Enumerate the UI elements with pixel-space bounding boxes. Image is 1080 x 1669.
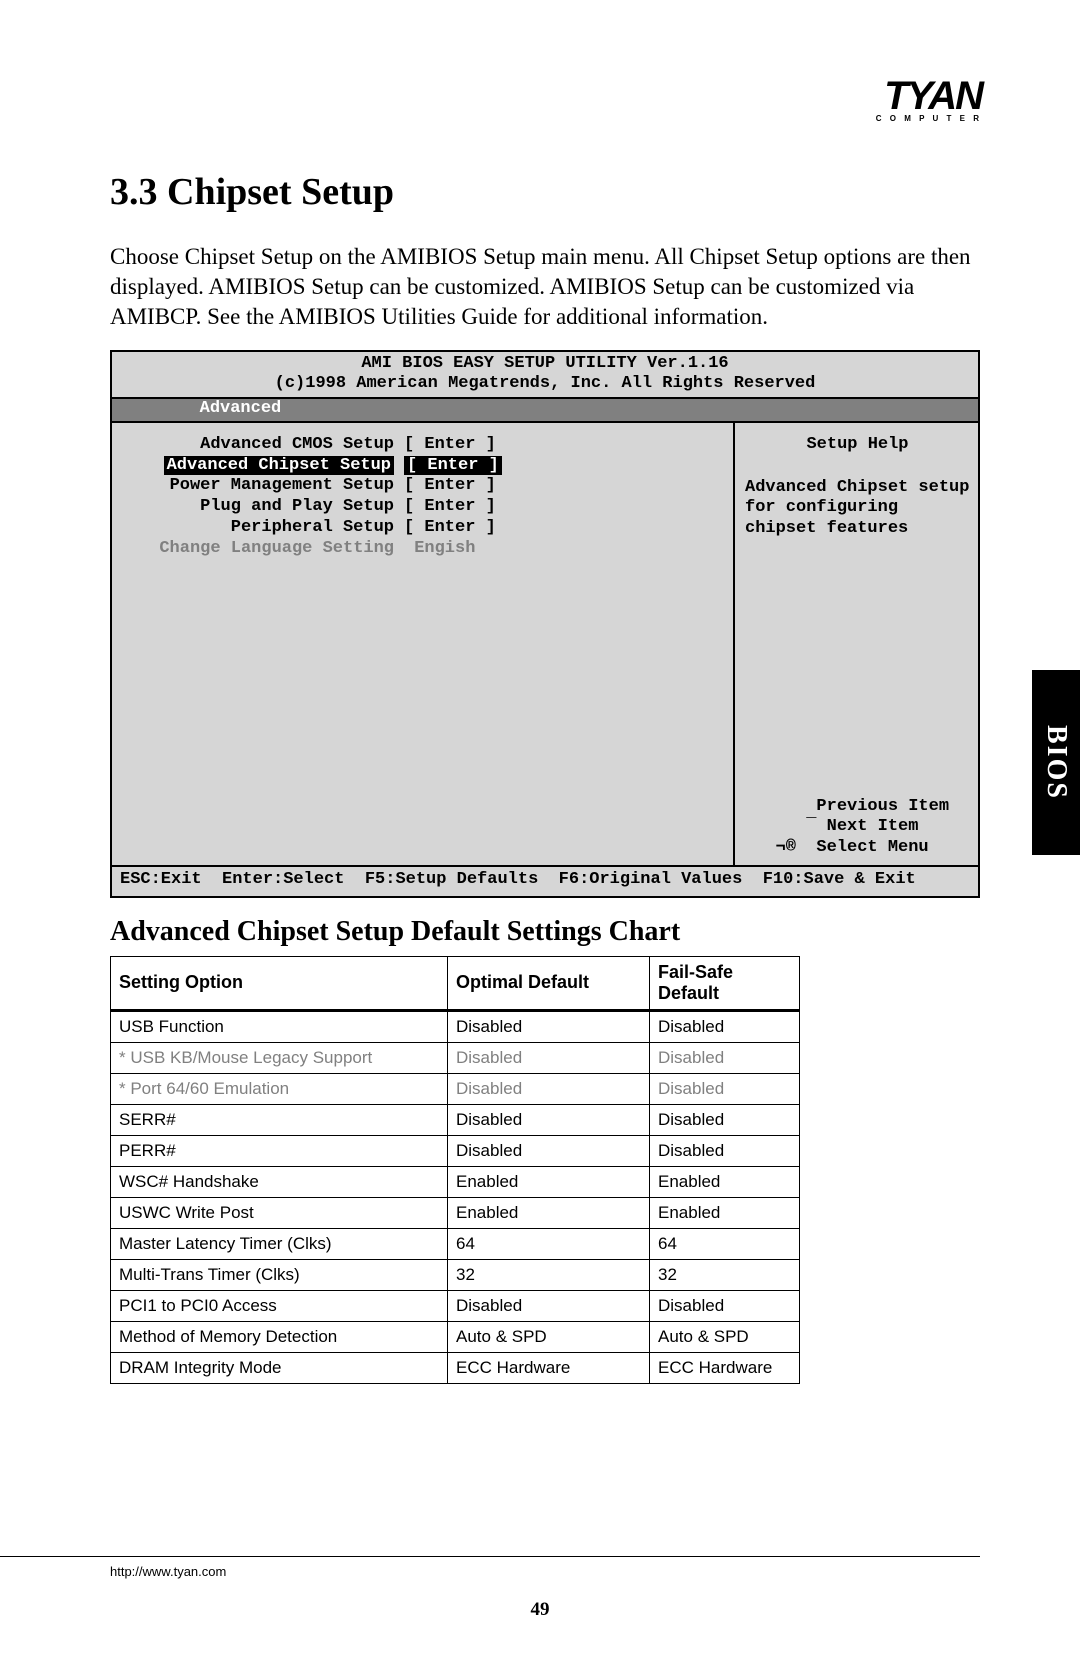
table-cell: SERR# [111,1104,448,1135]
bios-menu-item[interactable]: Power Management Setup [ Enter ] [118,476,727,497]
table-cell: 64 [650,1228,800,1259]
chart-heading: Advanced Chipset Setup Default Settings … [110,916,980,948]
table-cell: Disabled [448,1073,650,1104]
table-cell: Disabled [448,1010,650,1042]
brand-subtitle: C O M P U T E R [876,114,982,123]
table-cell: USWC Write Post [111,1197,448,1228]
intro-paragraph: Choose Chipset Setup on the AMIBIOS Setu… [110,242,980,332]
settings-table: Setting Option Optimal Default Fail-Safe… [110,956,800,1384]
table-row: PERR#DisabledDisabled [111,1135,800,1166]
table-row: Master Latency Timer (Clks)6464 [111,1228,800,1259]
bios-footer-keys: ESC:Exit Enter:Select F5:Setup Defaults … [112,865,978,896]
page-number: 49 [0,1599,1080,1621]
table-row: Multi-Trans Timer (Clks)3232 [111,1259,800,1290]
bios-menu-item[interactable]: Advanced Chipset Setup [ Enter ] [118,456,727,477]
table-cell: Disabled [650,1010,800,1042]
table-cell: Enabled [448,1197,650,1228]
bios-tab-advanced[interactable]: Advanced [112,399,978,423]
bios-help-text: Advanced Chipset setup for configuring c… [745,478,970,540]
table-cell: Disabled [448,1104,650,1135]
bios-menu-value: Engish [404,539,475,560]
bios-help-panel: Setup Help Advanced Chipset setup for co… [733,423,978,865]
col-optimal: Optimal Default [448,956,650,1010]
side-tab-bios: BIOS [1032,670,1080,855]
table-cell: DRAM Integrity Mode [111,1352,448,1383]
table-cell: Disabled [448,1290,650,1321]
table-cell: Auto & SPD [650,1321,800,1352]
brand-name: TYAN [876,78,982,114]
table-cell: Master Latency Timer (Clks) [111,1228,448,1259]
section-heading: 3.3 Chipset Setup [110,170,980,214]
table-cell: ECC Hardware [650,1352,800,1383]
table-header-row: Setting Option Optimal Default Fail-Safe… [111,956,800,1010]
bios-copyright: (c)1998 American Megatrends, Inc. All Ri… [112,374,978,399]
table-cell: USB Function [111,1010,448,1042]
bios-menu-value: [ Enter ] [404,456,502,477]
table-row: DRAM Integrity ModeECC HardwareECC Hardw… [111,1352,800,1383]
bios-menu-label: Advanced CMOS Setup [124,435,394,456]
bios-menu-value: [ Enter ] [404,476,496,497]
bios-menu-label: Plug and Play Setup [124,497,394,518]
table-cell: Disabled [650,1073,800,1104]
table-cell: Enabled [448,1166,650,1197]
table-cell: * USB KB/Mouse Legacy Support [111,1042,448,1073]
col-setting: Setting Option [111,956,448,1010]
bios-title: AMI BIOS EASY SETUP UTILITY Ver.1.16 [112,352,978,375]
bios-menu-label: Change Language Setting [124,539,394,560]
table-cell: WSC# Handshake [111,1166,448,1197]
table-cell: Multi-Trans Timer (Clks) [111,1259,448,1290]
bios-menu-label: Peripheral Setup [124,518,394,539]
table-cell: Disabled [448,1042,650,1073]
table-cell: Disabled [448,1135,650,1166]
footer-url: http://www.tyan.com [110,1564,226,1579]
bios-menu-item[interactable]: Peripheral Setup [ Enter ] [118,518,727,539]
table-row: * USB KB/Mouse Legacy SupportDisabledDis… [111,1042,800,1073]
table-cell: Disabled [650,1135,800,1166]
bios-window: AMI BIOS EASY SETUP UTILITY Ver.1.16 (c)… [110,350,980,898]
bios-menu-value: [ Enter ] [404,497,496,518]
table-cell: Disabled [650,1104,800,1135]
table-cell: Method of Memory Detection [111,1321,448,1352]
nav-prev: ­ Previous Item [745,797,970,818]
brand-logo: TYAN C O M P U T E R [876,78,982,123]
table-row: PCI1 to PCI0 AccessDisabledDisabled [111,1290,800,1321]
table-cell: PCI1 to PCI0 Access [111,1290,448,1321]
table-row: * Port 64/60 EmulationDisabledDisabled [111,1073,800,1104]
table-cell: ECC Hardware [448,1352,650,1383]
table-cell: 32 [448,1259,650,1290]
table-cell: Disabled [650,1042,800,1073]
bios-menu: Advanced CMOS Setup[ Enter ]Advanced Chi… [112,423,733,865]
page: TYAN C O M P U T E R 3.3 Chipset Setup C… [0,0,1080,1669]
footer-rule [0,1556,980,1557]
bios-menu-label: Power Management Setup [124,476,394,497]
bios-help-title: Setup Help [745,435,970,456]
bios-menu-item[interactable]: Change Language Setting Engish [118,539,727,560]
table-cell: PERR# [111,1135,448,1166]
nav-select: ¬® Select Menu [745,838,970,859]
table-row: SERR#DisabledDisabled [111,1104,800,1135]
bios-body: Advanced CMOS Setup[ Enter ]Advanced Chi… [112,423,978,865]
bios-menu-value: [ Enter ] [404,518,496,539]
bios-menu-item[interactable]: Plug and Play Setup [ Enter ] [118,497,727,518]
table-row: WSC# HandshakeEnabledEnabled [111,1166,800,1197]
table-cell: Enabled [650,1166,800,1197]
table-cell: Disabled [650,1290,800,1321]
table-row: Method of Memory DetectionAuto & SPDAuto… [111,1321,800,1352]
col-failsafe: Fail-Safe Default [650,956,800,1010]
table-cell: * Port 64/60 Emulation [111,1073,448,1104]
table-cell: Enabled [650,1197,800,1228]
bios-menu-item[interactable]: Advanced CMOS Setup [ Enter ] [118,435,727,456]
table-cell: 64 [448,1228,650,1259]
bios-menu-label: Advanced Chipset Setup [124,456,394,477]
bios-menu-value: [ Enter ] [404,435,496,456]
table-cell: Auto & SPD [448,1321,650,1352]
table-row: USWC Write PostEnabledEnabled [111,1197,800,1228]
bios-nav-keys: ­ Previous Item ¯ Next Item ¬® Select Me… [745,797,970,859]
table-cell: 32 [650,1259,800,1290]
table-row: USB FunctionDisabledDisabled [111,1010,800,1042]
nav-next: ¯ Next Item [745,817,970,838]
bios-tab-label: Advanced [200,399,282,418]
